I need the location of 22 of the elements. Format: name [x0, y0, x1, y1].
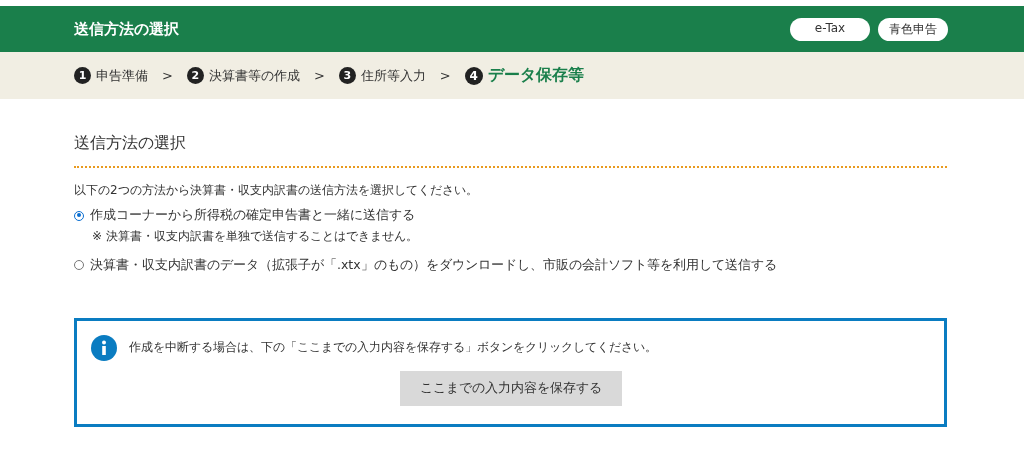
step-item: 4 データ保存等	[464, 65, 584, 86]
description-text: 以下の2つの方法から決算書・収支内訳書の送信方法を選択してください。	[74, 182, 479, 199]
info-icon	[91, 334, 117, 361]
chevron-icon: >	[162, 68, 173, 83]
tag-label: e-Tax	[790, 17, 870, 41]
tag-label: 青色申告	[878, 17, 948, 41]
save-button[interactable]: ここまでの入力内容を保存する	[399, 370, 622, 406]
section-heading: 送信方法の選択	[74, 133, 947, 168]
info-message: 作成を中断する場合は、下の「ここまでの入力内容を保存する」ボタンをクリックしてください。	[129, 339, 657, 357]
radio-option[interactable]: 決算書・収支内訳書のデータ（拡張子が「.xtx」のもの）をダウンロードし、市販の会計ソフト等を利用して送信する	[74, 256, 947, 274]
step-item: 1 申告準備	[74, 66, 148, 85]
step-item: 3 住所等入力	[338, 66, 426, 85]
step-number: 4	[464, 66, 483, 85]
step-number: 2	[186, 67, 204, 84]
chevron-icon: >	[439, 68, 451, 83]
radio-option[interactable]: 作成コーナーから所得税の確定申告書と一緒に送信する	[74, 207, 947, 224]
step-number: 3	[338, 67, 356, 84]
step-number: 1	[74, 67, 91, 84]
chevron-icon: >	[313, 68, 325, 83]
page-title: 送信方法の選択	[74, 19, 179, 39]
step-item: 2 決算書等の作成	[186, 66, 300, 85]
note-text: ※ 決算書・収支内訳書を単独で送信することはできません。	[92, 228, 419, 245]
